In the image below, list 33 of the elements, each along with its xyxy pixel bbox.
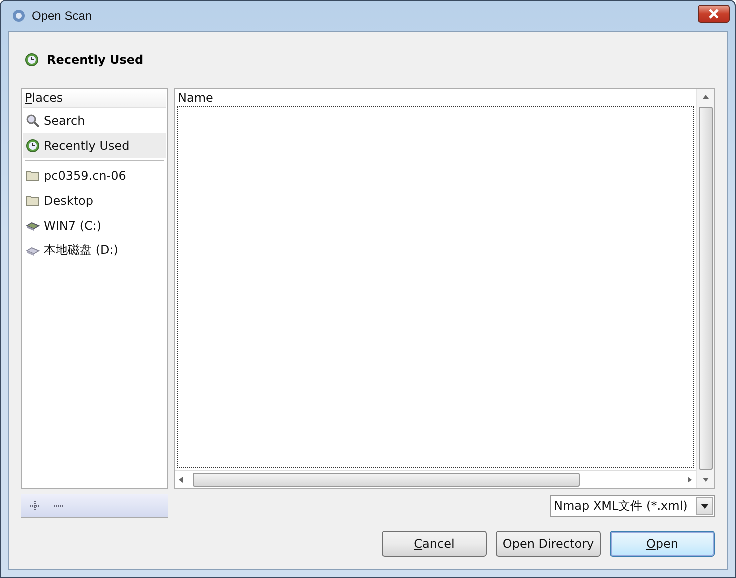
- place-item[interactable]: WIN7 (C:): [23, 213, 166, 238]
- dialog-button[interactable]: Open: [610, 531, 715, 557]
- clock-icon: [26, 138, 40, 152]
- folder-icon: [26, 170, 40, 182]
- window-title: Open Scan: [32, 9, 92, 23]
- scroll-up-icon[interactable]: [702, 95, 708, 99]
- clock-icon: [25, 53, 39, 67]
- close-icon: [707, 9, 721, 19]
- dialog-button[interactable]: Open Directory: [496, 531, 601, 557]
- caret-icon: [700, 504, 708, 508]
- scroll-down-icon[interactable]: [702, 478, 708, 482]
- close-button[interactable]: [698, 5, 730, 23]
- place-item[interactable]: pc0359.cn-06: [23, 163, 166, 188]
- folder-icon: [26, 194, 40, 206]
- column-header[interactable]: Name: [178, 90, 214, 104]
- app-icon: [12, 9, 26, 23]
- remove-icon[interactable]: [53, 504, 65, 508]
- places-header[interactable]: Places: [23, 90, 166, 108]
- horizontal-scrollbar[interactable]: [175, 470, 696, 488]
- add-icon[interactable]: [29, 500, 41, 512]
- vertical-scrollbar[interactable]: [696, 89, 714, 488]
- place-item[interactable]: Search: [23, 108, 166, 133]
- scroll-left-icon[interactable]: [179, 476, 183, 482]
- drive-icon: [26, 220, 40, 230]
- place-item[interactable]: 本地磁盘 (D:): [23, 238, 166, 263]
- path-button[interactable]: Recently Used: [21, 51, 148, 69]
- place-item[interactable]: Recently Used: [23, 133, 166, 158]
- drive-icon: [26, 246, 40, 256]
- file-type-dropdown[interactable]: Nmap XML文件 (*.xml): [550, 495, 715, 517]
- scroll-right-icon[interactable]: [688, 476, 692, 482]
- place-item[interactable]: Desktop: [23, 188, 166, 213]
- search-icon: [26, 114, 40, 128]
- dialog-button[interactable]: Cancel: [382, 531, 487, 557]
